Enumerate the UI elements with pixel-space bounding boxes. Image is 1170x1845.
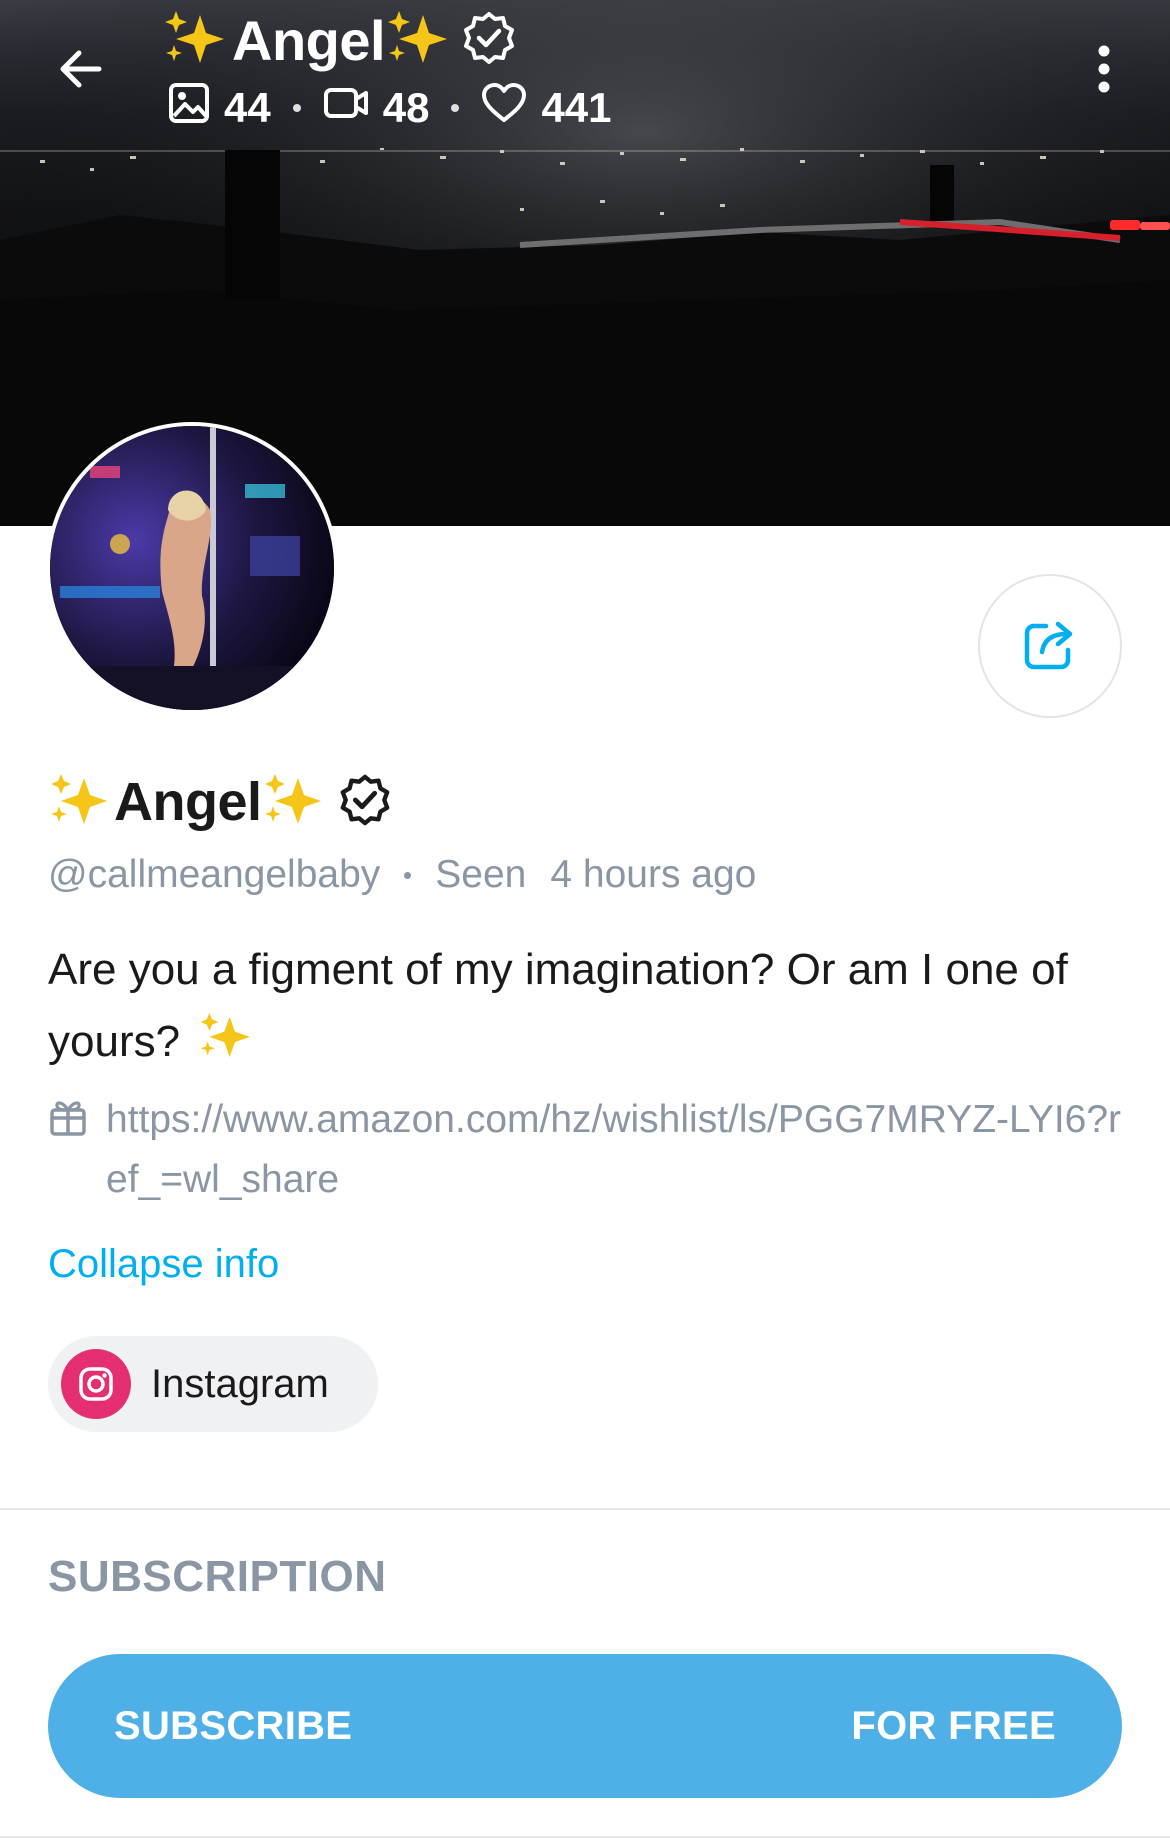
videos-stat: 48 bbox=[323, 82, 430, 134]
arrow-left-icon bbox=[55, 43, 107, 100]
instagram-button[interactable]: Instagram bbox=[48, 1336, 378, 1432]
sparkle-icon bbox=[162, 9, 232, 72]
instagram-label: Instagram bbox=[151, 1361, 329, 1406]
photos-count: 44 bbox=[224, 84, 271, 131]
subscription-section-title: SUBSCRIPTION bbox=[48, 1552, 387, 1601]
video-icon bbox=[323, 82, 383, 134]
subscribe-button[interactable]: SUBSCRIBE FOR FREE bbox=[48, 1654, 1122, 1798]
videos-count: 48 bbox=[382, 84, 430, 131]
header-stats: 44 48 441 bbox=[168, 78, 612, 138]
back-button[interactable] bbox=[46, 36, 116, 106]
separator-dot bbox=[404, 871, 412, 879]
more-options-button[interactable] bbox=[1080, 36, 1128, 106]
sparkle-icon bbox=[385, 9, 455, 72]
sparkle-icon bbox=[262, 772, 328, 833]
more-vertical-icon bbox=[1094, 43, 1114, 100]
username: @callmeangelbaby bbox=[48, 853, 381, 896]
profile-name: Angel bbox=[48, 766, 392, 838]
divider bbox=[0, 1508, 1170, 1510]
photos-stat: 44 bbox=[168, 82, 271, 134]
bio-emoji bbox=[198, 1008, 256, 1086]
verified-badge-icon bbox=[338, 773, 392, 832]
bio: Are you a figment of my imagination? Or … bbox=[48, 934, 1128, 1086]
price-label: FOR FREE bbox=[851, 1703, 1056, 1748]
divider bbox=[0, 1836, 1170, 1838]
wishlist-link-row: https://www.amazon.com/hz/wishlist/ls/PG… bbox=[48, 1090, 1138, 1210]
top-bar: Angel 44 48 441 bbox=[0, 0, 1170, 150]
verified-badge-icon bbox=[461, 10, 517, 71]
avatar[interactable] bbox=[46, 422, 338, 714]
sparkle-icon bbox=[48, 772, 114, 833]
profile-display-name: Angel bbox=[114, 772, 262, 832]
seen-label: Seen bbox=[435, 853, 527, 896]
likes-stat: 441 bbox=[481, 82, 612, 134]
subscribe-label: SUBSCRIBE bbox=[114, 1703, 353, 1748]
profile-meta: @callmeangelbaby Seen 4 hours ago bbox=[48, 850, 756, 900]
instagram-icon bbox=[61, 1349, 131, 1419]
heart-icon bbox=[481, 82, 541, 134]
gift-icon bbox=[48, 1096, 88, 1210]
header-name: Angel bbox=[232, 8, 386, 72]
collapse-info-link[interactable]: Collapse info bbox=[48, 1238, 279, 1290]
wishlist-link[interactable]: https://www.amazon.com/hz/wishlist/ls/PG… bbox=[106, 1090, 1126, 1210]
share-button[interactable] bbox=[978, 574, 1122, 718]
seen-time: 4 hours ago bbox=[550, 853, 757, 896]
likes-count: 441 bbox=[541, 84, 612, 131]
header-title: Angel bbox=[162, 6, 517, 74]
share-icon bbox=[1020, 614, 1080, 679]
separator-dot bbox=[292, 104, 301, 112]
separator-dot bbox=[451, 104, 460, 112]
image-icon bbox=[168, 82, 224, 134]
